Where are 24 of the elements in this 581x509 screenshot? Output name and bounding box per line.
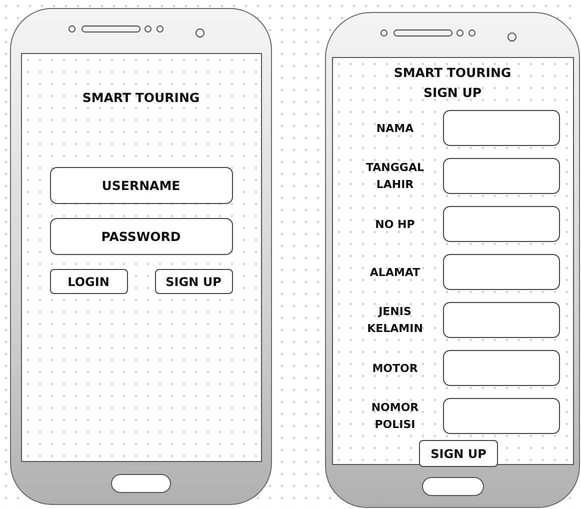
field-label: JENIS KELAMIN [366, 304, 424, 337]
field-label: NAMA [375, 120, 415, 136]
sign-up-button[interactable]: SIGN UP [419, 440, 498, 467]
input-field[interactable] [443, 254, 560, 290]
home-button[interactable] [422, 476, 484, 496]
app-title: SMART TOURING [82, 90, 200, 105]
app-title: SMART TOURING [394, 64, 512, 82]
input-field[interactable] [443, 158, 560, 194]
input-field[interactable] [443, 302, 560, 338]
login-button[interactable]: LOGIN [50, 269, 128, 294]
home-button[interactable] [111, 474, 171, 492]
input-field[interactable] [443, 206, 560, 242]
screen-subtitle: SIGN UP [423, 84, 482, 102]
username-field[interactable]: USERNAME [50, 167, 232, 204]
field-label: MOTOR [371, 360, 419, 376]
field-label: ALAMAT [368, 264, 422, 280]
field-label: TANGGAL LAHIR [365, 160, 425, 193]
field-label: NO HP [374, 216, 416, 232]
password-field[interactable]: PASSWORD [50, 218, 232, 255]
field-label: NOMOR POLISI [370, 400, 420, 433]
input-field[interactable] [443, 350, 560, 386]
input-field[interactable] [443, 110, 560, 146]
input-field[interactable] [443, 398, 560, 434]
sign-up-button[interactable]: SIGN UP [154, 269, 232, 294]
